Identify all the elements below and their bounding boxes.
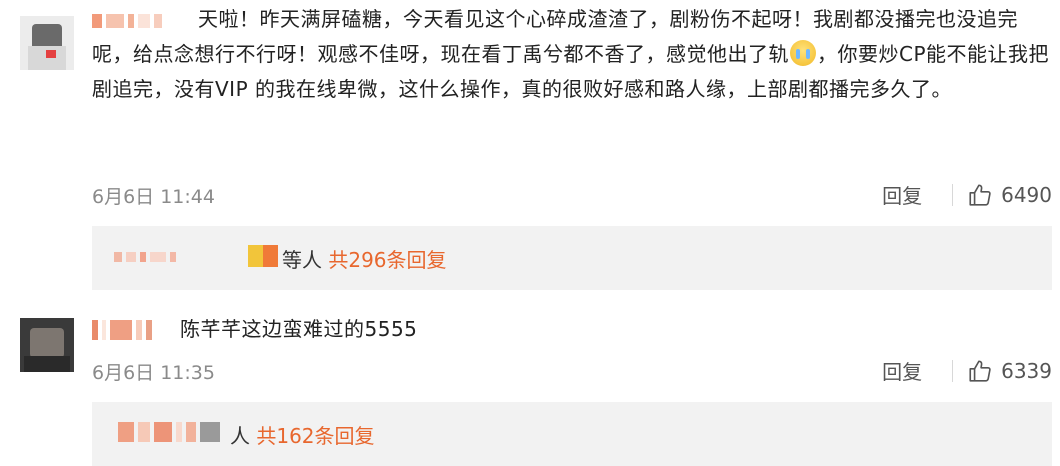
avatar[interactable] <box>20 318 74 372</box>
comment-actions: 回复 6490 <box>882 180 1052 209</box>
replies-summary[interactable]: 人 共162条回复 <box>230 420 375 449</box>
reply-username <box>114 252 176 262</box>
comment-2: 陈芊芊这边蛮难过的5555 6月6日 11:35 回复 6339 人 共162条… <box>0 300 1060 466</box>
action-divider <box>952 183 954 206</box>
thumbs-up-icon[interactable] <box>967 182 993 208</box>
thumbs-up-icon[interactable] <box>967 358 993 384</box>
like-count: 6490 <box>1001 182 1052 207</box>
avatar[interactable] <box>20 16 74 70</box>
reply-button[interactable]: 回复 <box>882 180 922 209</box>
reply-avatar <box>248 245 278 267</box>
comment-time: 6月6日 11:44 <box>92 186 215 208</box>
replies-suffix: 等人 <box>282 248 322 272</box>
replies-count-link[interactable]: 共296条回复 <box>328 248 446 272</box>
reply-username <box>118 422 220 442</box>
comment-text: 陈芊芊这边蛮难过的5555 <box>180 317 418 341</box>
comment-1: 天啦！昨天满屏磕糖，今天看见这个心碎成渣渣了，剧粉伤不起呀！我剧都没播完也没追完… <box>0 0 1060 300</box>
replies-panel[interactable]: 等人 共296条回复 <box>92 226 1052 290</box>
replies-summary[interactable]: 等人 共296条回复 <box>282 244 447 273</box>
action-divider <box>952 359 954 382</box>
replies-panel[interactable]: 人 共162条回复 <box>92 402 1052 466</box>
replies-count-link[interactable]: 共162条回复 <box>256 424 374 448</box>
username[interactable] <box>92 320 152 340</box>
cry-emoji-icon <box>790 40 816 66</box>
comment-time: 6月6日 11:35 <box>92 362 215 384</box>
reply-button[interactable]: 回复 <box>882 356 922 385</box>
like-count: 6339 <box>1001 358 1052 383</box>
replies-suffix: 人 <box>230 424 250 448</box>
comment-actions: 回复 6339 <box>882 356 1052 385</box>
comment-text: 天啦！昨天满屏磕糖，今天看见这个心碎成渣渣了，剧粉伤不起呀！我剧都没播完也没追完… <box>92 7 1050 101</box>
